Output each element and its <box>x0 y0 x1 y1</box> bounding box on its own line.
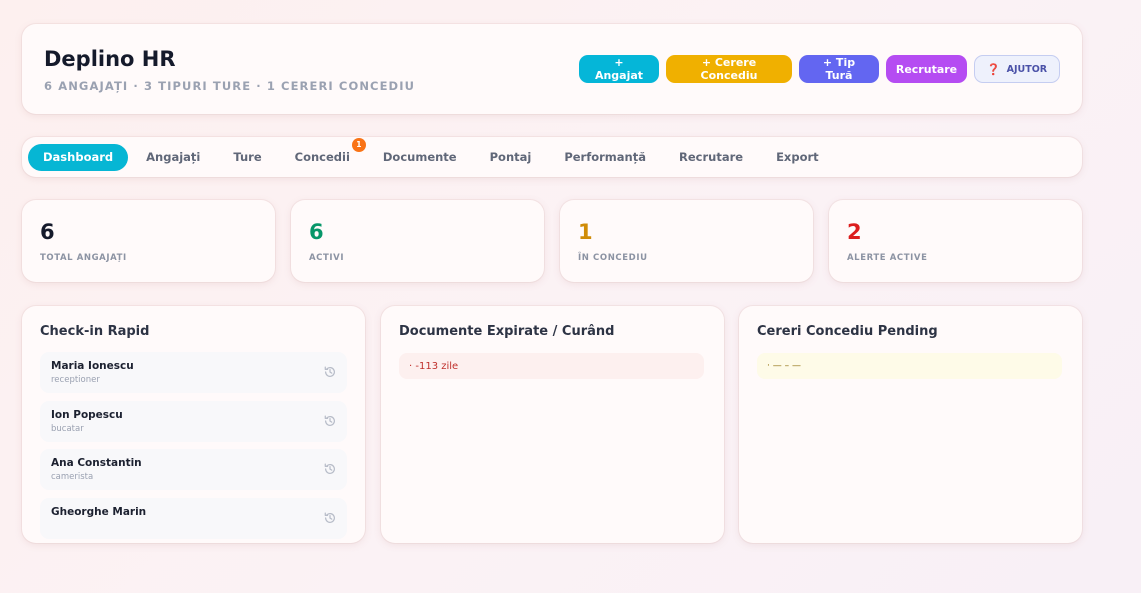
header-card: Deplino HR 6 ANGAJAȚI · 3 TIPURI TURE · … <box>22 24 1082 114</box>
employee-role: bucatar <box>51 423 84 434</box>
pending-leave-panel: Cereri Concediu Pending · — – — <box>739 306 1082 543</box>
tab-label: Pontaj <box>489 150 532 164</box>
stat-card-total-employees: 6 TOTAL ANGAJAȚI <box>22 200 275 282</box>
checkin-list: Maria Ionescu receptioner Ion Popescu bu… <box>40 352 347 543</box>
employee-role: camerista <box>51 472 94 482</box>
employee-name: Ion Popescu <box>51 408 123 421</box>
tab-performance[interactable]: Performanță <box>549 144 661 171</box>
checkin-panel: Check-in Rapid Maria Ionescu receptioner… <box>22 306 365 543</box>
tab-dashboard[interactable]: Dashboard <box>28 143 129 171</box>
tab-label: Ture <box>233 150 262 164</box>
employee-name: Maria Ionescu <box>51 360 134 372</box>
add-employee-button[interactable]: + Angajat <box>579 55 659 83</box>
tab-label: Export <box>776 150 819 164</box>
employee-name: Gheorghe Marin <box>51 505 147 518</box>
stat-card-on-leave: 1 ÎN CONCEDIU <box>560 200 813 282</box>
app-title: Deplino HR <box>44 47 176 71</box>
tab-label: Recrutare <box>679 150 744 164</box>
history-icon[interactable] <box>323 414 337 428</box>
app-subtitle: 6 ANGAJAȚI · 3 TIPURI TURE · 1 CERERI CO… <box>44 79 416 93</box>
add-leave-request-button[interactable]: + Cerere Concediu <box>666 55 792 83</box>
leave-count-badge: 1 <box>351 137 366 152</box>
tab-label: Documente <box>382 150 457 164</box>
tab-leaves[interactable]: Concedii 1 <box>280 137 366 171</box>
expiring-documents-panel: Documente Expirate / Curând · -113 zile <box>381 306 724 543</box>
tab-label: Angajați <box>146 150 201 164</box>
header-actions: + Angajat + Cerere Concediu + Tip Tură R… <box>579 55 1060 83</box>
history-icon[interactable] <box>323 365 337 379</box>
history-icon[interactable] <box>323 462 337 476</box>
panel-title: Documente Expirate / Curând <box>399 324 615 339</box>
panel-title: Cereri Concediu Pending <box>757 324 938 339</box>
question-mark-icon: ❓ <box>986 62 1001 76</box>
tab-employees[interactable]: Angajați <box>131 144 215 171</box>
tab-documents[interactable]: Documente <box>368 144 472 171</box>
stat-card-active: 6 ACTIVI <box>291 200 544 282</box>
history-icon[interactable] <box>323 511 337 525</box>
help-label: AJUTOR <box>1006 63 1048 75</box>
stat-value: 1 <box>578 220 593 244</box>
document-alert-item[interactable]: · -113 zile <box>399 353 704 379</box>
tab-bar: Dashboard Angajați Ture Concedii 1 Docum… <box>22 137 1082 177</box>
stat-card-active-alerts: 2 ALERTE ACTIVE <box>829 200 1082 282</box>
list-item[interactable]: Maria Ionescu receptioner <box>40 352 347 393</box>
recruitment-button[interactable]: Recrutare <box>886 55 967 83</box>
employee-role: receptioner <box>51 375 100 385</box>
tab-label: Concedii <box>294 150 350 164</box>
stat-value: 6 <box>40 220 55 244</box>
stat-value: 6 <box>309 220 324 244</box>
panel-title: Check-in Rapid <box>40 324 150 339</box>
stat-label: ALERTE ACTIVE <box>847 253 928 263</box>
leave-request-item[interactable]: · — – — <box>757 353 1062 379</box>
stat-label: ÎN CONCEDIU <box>578 253 648 263</box>
tab-timesheet[interactable]: Pontaj <box>475 144 547 171</box>
employee-name: Ana Constantin <box>51 457 142 469</box>
stat-label: ACTIVI <box>309 253 345 263</box>
stat-label: TOTAL ANGAJAȚI <box>40 253 127 263</box>
list-item[interactable]: Ana Constantin camerista <box>40 449 347 490</box>
add-shift-type-button[interactable]: + Tip Tură <box>799 55 879 83</box>
list-item[interactable]: Ion Popescu bucatar <box>40 400 347 442</box>
help-button[interactable]: ❓ AJUTOR <box>974 55 1060 83</box>
tab-shifts[interactable]: Ture <box>218 144 276 171</box>
tab-export[interactable]: Export <box>761 144 834 171</box>
list-item[interactable]: Gheorghe Marin <box>40 497 347 539</box>
tab-recruitment[interactable]: Recrutare <box>664 144 758 171</box>
tab-label: Dashboard <box>43 150 114 164</box>
stat-value: 2 <box>847 220 862 244</box>
tab-label: Performanță <box>564 150 646 164</box>
